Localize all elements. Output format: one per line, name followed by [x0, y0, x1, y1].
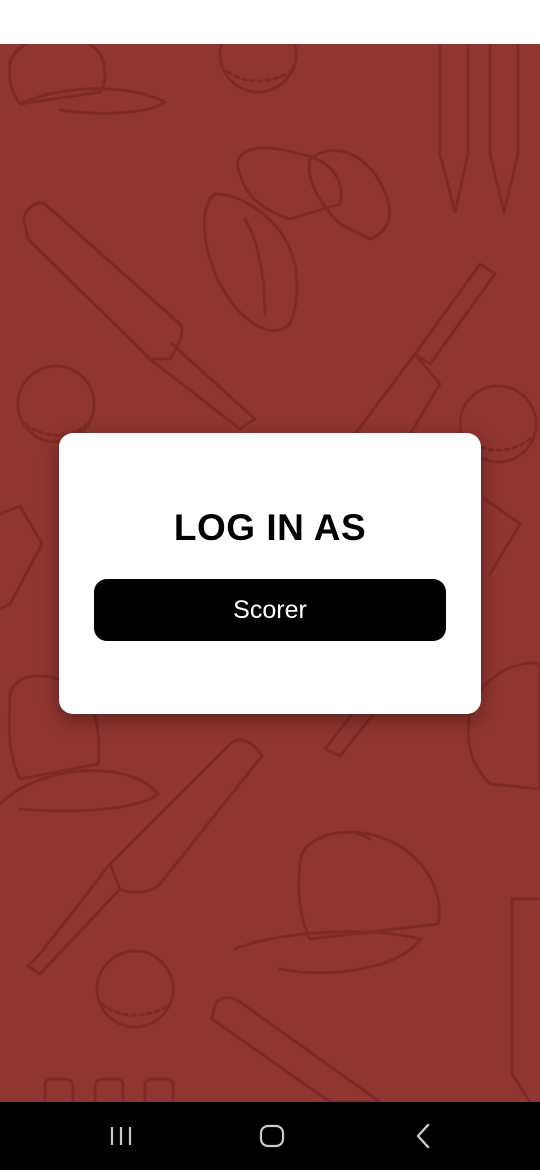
cricket-cap-icon — [233, 830, 441, 975]
app-screen: LOG IN AS Scorer — [0, 0, 540, 1170]
cricket-bat-icon — [210, 996, 382, 1102]
dialog-title: LOG IN AS — [173, 507, 367, 548]
cricket-bat-icon — [26, 738, 264, 976]
back-icon — [416, 1123, 430, 1149]
login-role-dialog: LOG IN AS Scorer — [59, 433, 481, 714]
cricket-cap-icon — [8, 44, 167, 115]
cricket-stumps-icon — [510, 897, 540, 1102]
home-button[interactable] — [232, 1102, 312, 1170]
status-bar — [0, 0, 540, 44]
back-button[interactable] — [384, 1102, 464, 1170]
home-icon — [259, 1124, 285, 1148]
recent-apps-icon — [110, 1127, 132, 1145]
recent-apps-button[interactable] — [82, 1102, 162, 1170]
scorer-button[interactable]: Scorer — [94, 579, 446, 641]
cricket-bat-icon — [0, 504, 44, 611]
cricket-ball-icon — [16, 364, 96, 444]
navigation-bar — [0, 1102, 540, 1170]
cricket-glove-icon — [202, 146, 391, 332]
cricket-bat-icon — [22, 201, 257, 431]
cricket-stumps-icon — [43, 1077, 175, 1102]
cricket-ball-icon — [218, 44, 298, 94]
cricket-ball-icon — [95, 949, 175, 1029]
cricket-stumps-icon — [438, 44, 520, 214]
